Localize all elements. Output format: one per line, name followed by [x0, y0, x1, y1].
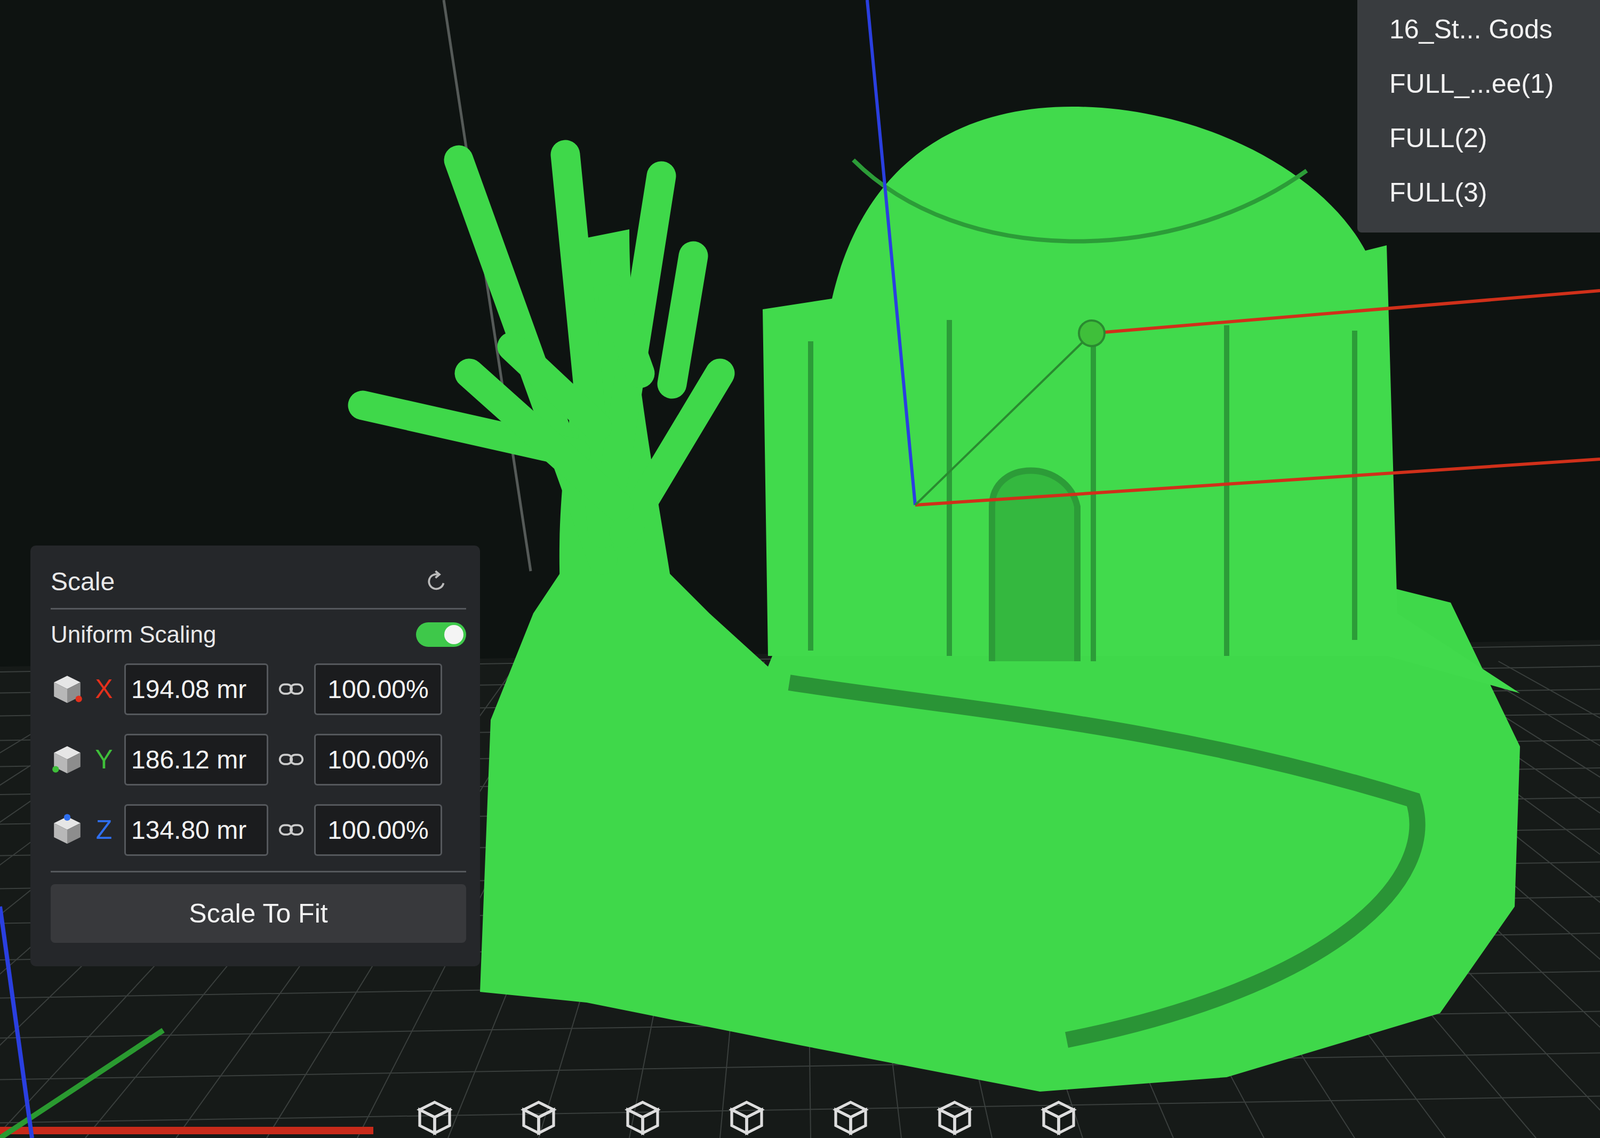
link-icon[interactable]: [277, 821, 305, 838]
cube-icon: [50, 813, 84, 847]
view-cube-icon[interactable]: [936, 1098, 974, 1136]
axis-label: X: [93, 673, 115, 705]
cube-icon: [50, 742, 84, 776]
reset-icon[interactable]: [423, 568, 451, 596]
object-list-item[interactable]: FULL(3): [1357, 165, 1600, 220]
axis-label: Z: [93, 814, 115, 846]
size-field[interactable]: 194.08 mr: [124, 663, 269, 716]
object-list: 16_St... GodsFULL_...ee(1)FULL(2)FULL(3): [1357, 0, 1600, 233]
scale-to-fit-button[interactable]: Scale To Fit: [50, 884, 467, 943]
model[interactable]: [362, 106, 1520, 1092]
object-list-item[interactable]: 16_St... Gods: [1357, 2, 1600, 57]
gizmo-handle[interactable]: [1078, 320, 1105, 347]
view-cube-icon[interactable]: [832, 1098, 870, 1136]
bottom-toolbar: [416, 1098, 1078, 1136]
percent-field[interactable]: 100.00%: [314, 663, 443, 716]
view-cube-icon[interactable]: [728, 1098, 766, 1136]
axis-row: Y 186.12 mr 100.00%: [50, 730, 467, 789]
panel-title: Scale: [50, 566, 115, 597]
object-list-item[interactable]: FULL_...ee(1): [1357, 56, 1600, 111]
size-field[interactable]: 134.80 mr: [124, 804, 269, 856]
link-icon[interactable]: [277, 681, 305, 698]
axis-row: Z 134.80 mr 100.00%: [50, 800, 467, 860]
cube-icon: [50, 672, 84, 706]
slicer-window: 16_St... GodsFULL_...ee(1)FULL(2)FULL(3)…: [0, 0, 1600, 1138]
axis-row: X 194.08 mr 100.00%: [50, 659, 467, 719]
view-cube-icon[interactable]: [624, 1098, 662, 1136]
uniform-scaling-label: Uniform Scaling: [50, 621, 217, 648]
link-icon[interactable]: [277, 751, 305, 768]
percent-field[interactable]: 100.00%: [314, 733, 443, 786]
scale-panel: Scale Uniform Scaling X 194.08 mr 100.00% Y 18…: [30, 545, 480, 967]
size-field[interactable]: 186.12 mr: [124, 733, 269, 786]
axis-label: Y: [93, 744, 115, 775]
view-cube-icon[interactable]: [520, 1098, 558, 1136]
view-cube-icon[interactable]: [416, 1098, 454, 1136]
view-cube-icon[interactable]: [1040, 1098, 1078, 1136]
object-list-item[interactable]: FULL(2): [1357, 110, 1600, 166]
uniform-scaling-toggle[interactable]: [416, 622, 467, 647]
percent-field[interactable]: 100.00%: [314, 804, 443, 856]
